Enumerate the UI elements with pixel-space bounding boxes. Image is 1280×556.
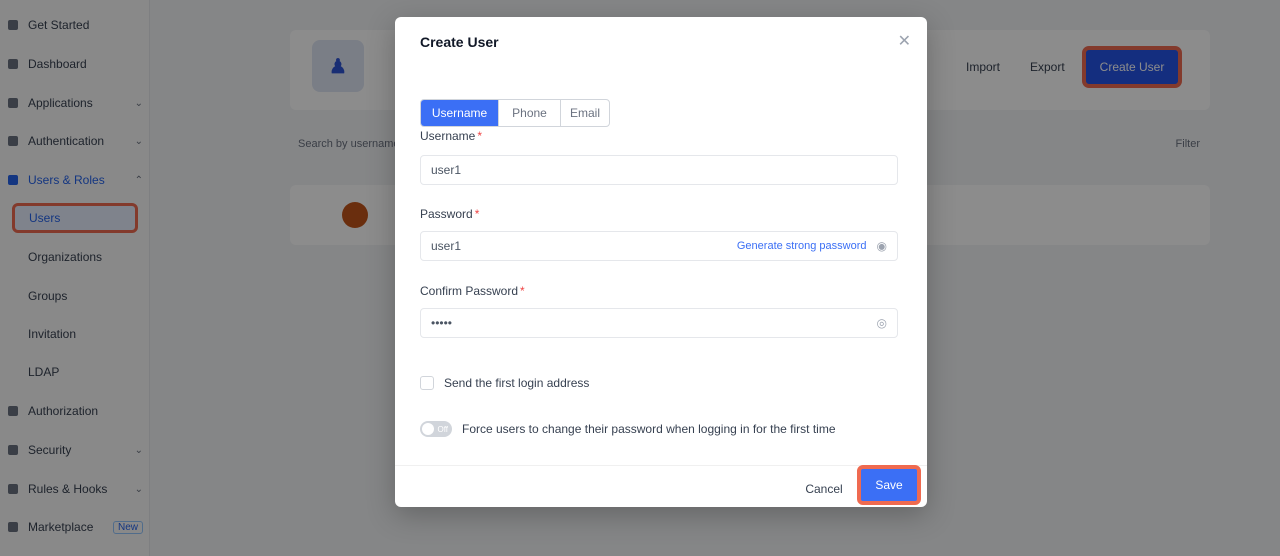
send-login-checkbox[interactable] <box>420 376 434 390</box>
account-type-tabs: Username Phone Email <box>420 99 610 127</box>
dialog-title: Create User <box>420 34 499 50</box>
tab-phone[interactable]: Phone <box>499 100 561 126</box>
eye-icon[interactable]: ◉ <box>877 239 887 253</box>
username-label: Username * <box>420 129 482 143</box>
password-label: Password * <box>420 207 479 221</box>
confirm-password-label: Confirm Password * <box>420 284 525 298</box>
close-icon[interactable]: ✕ <box>898 31 911 51</box>
toggle-text: Off <box>437 424 448 434</box>
save-button[interactable]: Save <box>857 465 921 505</box>
confirm-password-value: ••••• <box>431 316 453 330</box>
password-field[interactable]: user1 Generate strong password ◉ <box>420 231 898 261</box>
password-value: user1 <box>431 239 462 253</box>
username-field[interactable]: user1 <box>420 155 898 185</box>
password-label-text: Password <box>420 207 473 221</box>
force-change-toggle[interactable]: Off <box>420 421 452 437</box>
required-marker: * <box>520 284 525 298</box>
username-label-text: Username <box>420 129 476 143</box>
tab-email[interactable]: Email <box>561 100 609 126</box>
create-user-dialog: Create User ✕ Username Phone Email Usern… <box>395 17 927 507</box>
username-value: user1 <box>431 163 462 177</box>
cancel-button[interactable]: Cancel <box>795 475 853 503</box>
send-login-label: Send the first login address <box>444 376 590 390</box>
required-marker: * <box>477 129 483 143</box>
force-change-label: Force users to change their password whe… <box>462 422 836 436</box>
eye-off-icon[interactable]: ◎ <box>877 316 887 330</box>
dialog-footer-divider <box>395 465 927 466</box>
tab-username[interactable]: Username <box>421 100 499 126</box>
required-marker: * <box>474 207 480 221</box>
confirm-label-text: Confirm Password <box>420 284 519 298</box>
confirm-password-field[interactable]: ••••• ◎ <box>420 308 898 338</box>
force-change-row: Off Force users to change their password… <box>420 421 836 437</box>
send-login-row: Send the first login address <box>420 376 589 390</box>
generate-password-link[interactable]: Generate strong password <box>737 240 867 252</box>
